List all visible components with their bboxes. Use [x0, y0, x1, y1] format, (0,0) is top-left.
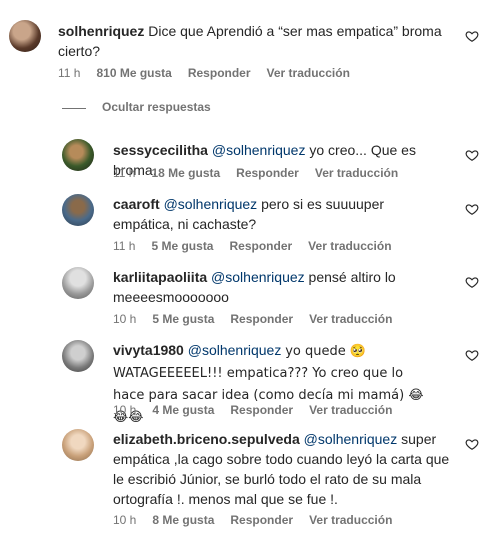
- username[interactable]: solhenriquez: [58, 23, 144, 39]
- timestamp[interactable]: 11 h: [58, 66, 80, 80]
- avatar[interactable]: [62, 340, 94, 372]
- translate-button[interactable]: Ver traducción: [308, 239, 391, 253]
- likes-count[interactable]: 18 Me gusta: [151, 166, 220, 180]
- comment-meta: 11 h 810 Me gusta Responder Ver traducción: [58, 66, 366, 80]
- likes-count[interactable]: 4 Me gusta: [152, 403, 214, 417]
- translate-button[interactable]: Ver traducción: [309, 513, 392, 527]
- comment-meta: 10 h 5 Me gusta Responder Ver traducción: [113, 312, 408, 326]
- like-heart-icon[interactable]: [465, 202, 479, 216]
- reply-button[interactable]: Responder: [236, 166, 299, 180]
- timestamp[interactable]: 10 h: [113, 513, 136, 527]
- like-heart-icon[interactable]: [465, 148, 479, 162]
- main-comment: solhenriquez Dice que Aprendió a “ser ma…: [0, 0, 489, 90]
- translate-button[interactable]: Ver traducción: [309, 403, 392, 417]
- hide-replies-label[interactable]: Ocultar respuestas: [102, 100, 211, 114]
- comment-meta: 10 h 8 Me gusta Responder Ver traducción: [113, 513, 408, 527]
- comment-text: caaroft @solhenriquez pero si es suuuupe…: [113, 194, 443, 234]
- avatar[interactable]: [62, 194, 94, 226]
- reply-item: vivyta1980 @solhenriquez yo quede 🥺 WATA…: [0, 331, 489, 425]
- mention-link[interactable]: @solhenriquez: [188, 342, 282, 358]
- username[interactable]: karliitapaoliita: [113, 269, 207, 285]
- mention-link[interactable]: @solhenriquez: [212, 142, 306, 158]
- likes-count[interactable]: 5 Me gusta: [151, 239, 213, 253]
- likes-count[interactable]: 810 Me gusta: [96, 66, 171, 80]
- timestamp[interactable]: 11 h: [113, 239, 135, 253]
- like-heart-icon[interactable]: [465, 29, 479, 43]
- reply-button[interactable]: Responder: [230, 513, 293, 527]
- comment-meta: 11 h 5 Me gusta Responder Ver traducción: [113, 239, 408, 253]
- reply-button[interactable]: Responder: [230, 403, 293, 417]
- mention-link[interactable]: @solhenriquez: [304, 431, 398, 447]
- username[interactable]: caaroft: [113, 196, 160, 212]
- reply-item: caaroft @solhenriquez pero si es suuuupe…: [0, 185, 489, 260]
- likes-count[interactable]: 5 Me gusta: [152, 312, 214, 326]
- reply-item: elizabeth.briceno.sepulveda @solhenrique…: [0, 420, 489, 534]
- mention-link[interactable]: @solhenriquez: [211, 269, 305, 285]
- avatar[interactable]: [9, 20, 41, 52]
- hide-replies-line: [62, 108, 86, 109]
- translate-button[interactable]: Ver traducción: [267, 66, 350, 80]
- reply-item: sessycecilitha @solhenriquez yo creo... …: [0, 130, 489, 185]
- translate-button[interactable]: Ver traducción: [315, 166, 398, 180]
- like-heart-icon[interactable]: [465, 437, 479, 451]
- translate-button[interactable]: Ver traducción: [309, 312, 392, 326]
- comment-text: karliitapaoliita @solhenriquez pensé alt…: [113, 267, 433, 307]
- likes-count[interactable]: 8 Me gusta: [152, 513, 214, 527]
- avatar[interactable]: [62, 139, 94, 171]
- timestamp[interactable]: 10 h: [113, 403, 136, 417]
- timestamp[interactable]: 10 h: [113, 312, 136, 326]
- reply-button[interactable]: Responder: [188, 66, 251, 80]
- reply-button[interactable]: Responder: [229, 239, 292, 253]
- comment-text: solhenriquez Dice que Aprendió a “ser ma…: [58, 21, 448, 61]
- like-heart-icon[interactable]: [465, 348, 479, 362]
- avatar[interactable]: [62, 429, 94, 461]
- comment-meta: 11 h 18 Me gusta Responder Ver traducción: [113, 166, 414, 180]
- reply-item: karliitapaoliita @solhenriquez pensé alt…: [0, 258, 489, 333]
- mention-link[interactable]: @solhenriquez: [164, 196, 258, 212]
- like-heart-icon[interactable]: [465, 275, 479, 289]
- username[interactable]: elizabeth.briceno.sepulveda: [113, 431, 300, 447]
- username[interactable]: sessycecilitha: [113, 142, 208, 158]
- timestamp[interactable]: 11 h: [113, 166, 135, 180]
- reply-button[interactable]: Responder: [230, 312, 293, 326]
- comment-meta: 10 h 4 Me gusta Responder Ver traducción: [113, 403, 408, 417]
- avatar[interactable]: [62, 267, 94, 299]
- username[interactable]: vivyta1980: [113, 342, 184, 358]
- comment-text: elizabeth.briceno.sepulveda @solhenrique…: [113, 429, 453, 509]
